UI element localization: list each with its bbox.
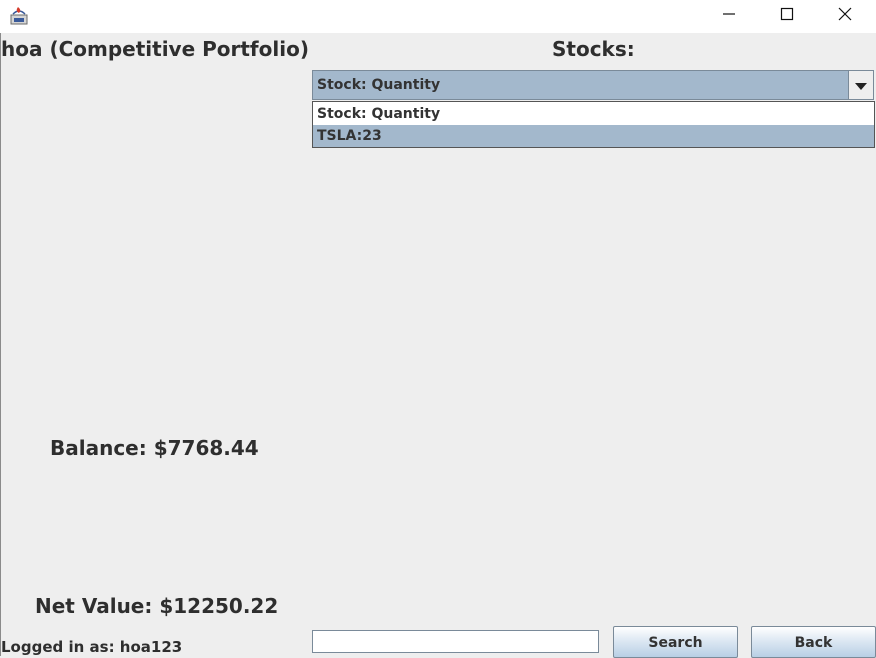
back-button[interactable]: Back <box>751 626 876 658</box>
minimize-button[interactable] <box>700 0 758 30</box>
dropdown-arrow-button[interactable] <box>848 71 873 99</box>
title-bar <box>0 0 876 33</box>
window-left-border <box>0 33 1 656</box>
logged-in-label: Logged in as: hoa123 <box>1 638 183 656</box>
maximize-icon <box>780 6 794 25</box>
close-button[interactable] <box>816 0 874 30</box>
stocks-dropdown-list: Stock: Quantity TSLA:23 <box>312 101 875 148</box>
search-input[interactable] <box>312 630 599 653</box>
stocks-dropdown-value: Stock: Quantity <box>317 77 441 93</box>
chevron-down-icon <box>855 76 867 95</box>
search-button[interactable]: Search <box>613 626 738 658</box>
balance-label: Balance: $7768.44 <box>50 436 259 460</box>
java-cup-icon <box>9 6 29 26</box>
maximize-button[interactable] <box>758 0 816 30</box>
dropdown-option-selected[interactable]: TSLA:23 <box>313 125 874 147</box>
portfolio-title: hoa (Competitive Portfolio) <box>1 37 309 61</box>
minimize-icon <box>722 6 736 25</box>
stocks-dropdown[interactable]: Stock: Quantity <box>312 70 874 100</box>
close-icon <box>838 6 852 25</box>
stocks-label: Stocks: <box>552 37 635 61</box>
dropdown-option[interactable]: Stock: Quantity <box>313 103 874 125</box>
net-value-label: Net Value: $12250.22 <box>35 594 279 618</box>
